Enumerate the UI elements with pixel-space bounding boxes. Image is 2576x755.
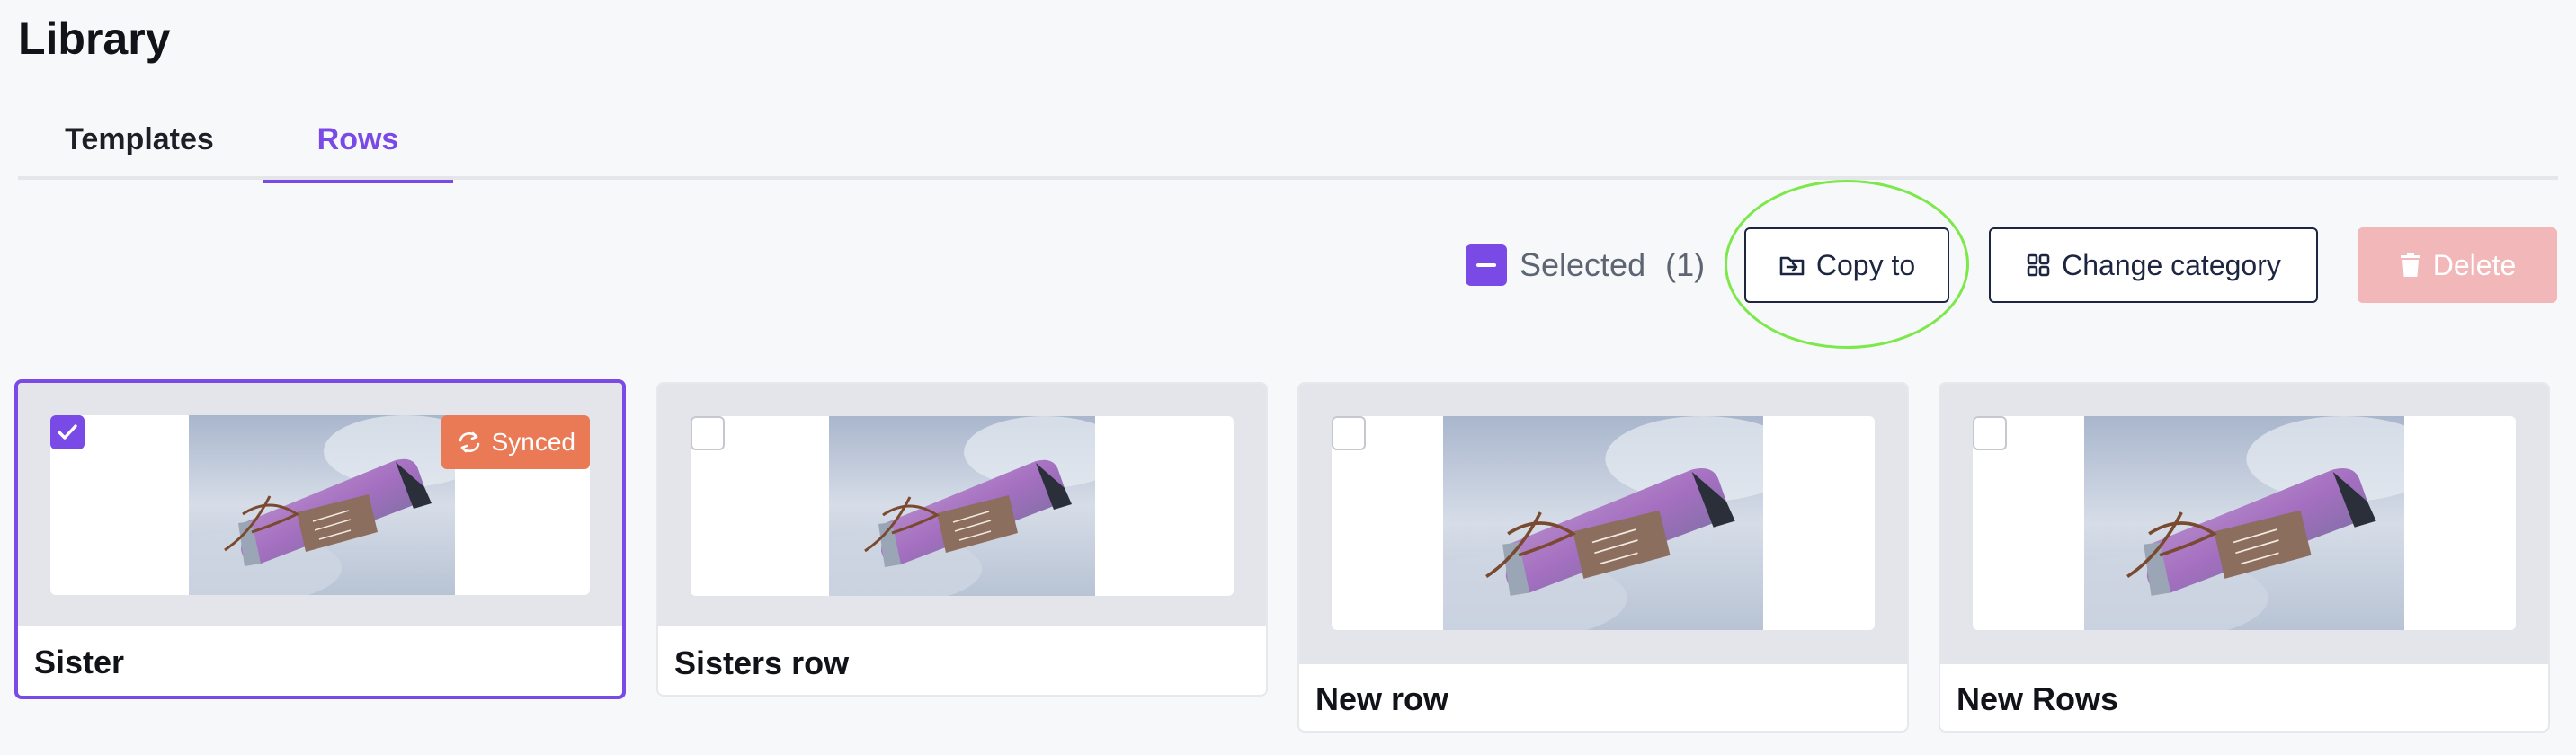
select-all-checkbox[interactable] xyxy=(1466,244,1507,286)
indeterminate-icon xyxy=(1476,263,1496,267)
selected-label: Selected xyxy=(1520,246,1646,283)
library-tabs: Templates Rows xyxy=(18,99,2558,183)
row-checkbox[interactable] xyxy=(50,415,85,449)
copy-to-label: Copy to xyxy=(1815,248,1916,281)
row-card-sisters-row[interactable]: Sisters row xyxy=(656,382,1268,697)
row-card-name: Sister xyxy=(34,644,125,680)
tab-templates[interactable]: Templates xyxy=(18,99,261,180)
folder-arrow-icon xyxy=(1779,256,1805,276)
change-category-button[interactable]: Change category xyxy=(1989,227,2318,303)
row-thumbnail-image xyxy=(2084,416,2404,630)
selected-count: (1) xyxy=(1665,246,1706,283)
card-preview-frame xyxy=(691,416,1234,596)
row-checkbox[interactable] xyxy=(691,416,725,450)
selection-status: Selected (1) xyxy=(1466,243,1705,288)
tab-rows[interactable]: Rows xyxy=(263,99,453,183)
card-preview xyxy=(1299,384,1907,664)
grid-icon xyxy=(2027,253,2050,277)
row-thumbnail-image xyxy=(1443,416,1763,630)
checkmark-icon xyxy=(58,424,77,440)
row-card-sister[interactable]: Synced Sister xyxy=(14,379,626,699)
row-checkbox[interactable] xyxy=(1973,416,2007,450)
sync-icon xyxy=(459,431,479,453)
row-card-name: New Rows xyxy=(1957,680,2119,717)
card-preview xyxy=(1940,384,2548,664)
card-preview-frame xyxy=(1332,416,1875,630)
trash-icon xyxy=(2400,253,2420,277)
row-card-new-rows[interactable]: New Rows xyxy=(1939,382,2550,733)
card-preview-frame xyxy=(1973,416,2516,630)
row-checkbox[interactable] xyxy=(1332,416,1366,450)
delete-button[interactable]: Delete xyxy=(2358,227,2557,303)
delete-label: Delete xyxy=(2432,248,2517,281)
row-thumbnail-image xyxy=(829,416,1095,596)
row-card-name: New row xyxy=(1315,680,1449,717)
page-title: Library xyxy=(18,13,171,64)
synced-label: Synced xyxy=(491,428,575,456)
row-thumbnail-image xyxy=(189,415,455,595)
row-card-new-row[interactable]: New row xyxy=(1297,382,1909,733)
copy-to-button[interactable]: Copy to xyxy=(1744,227,1949,303)
change-category-label: Change category xyxy=(2062,248,2281,281)
library-page: Library Templates Rows Selected (1) Copy… xyxy=(0,0,2576,755)
row-card-name: Sisters row xyxy=(674,644,850,681)
synced-badge: Synced xyxy=(441,415,590,469)
card-preview xyxy=(658,384,1266,626)
card-preview: Synced xyxy=(18,383,622,626)
